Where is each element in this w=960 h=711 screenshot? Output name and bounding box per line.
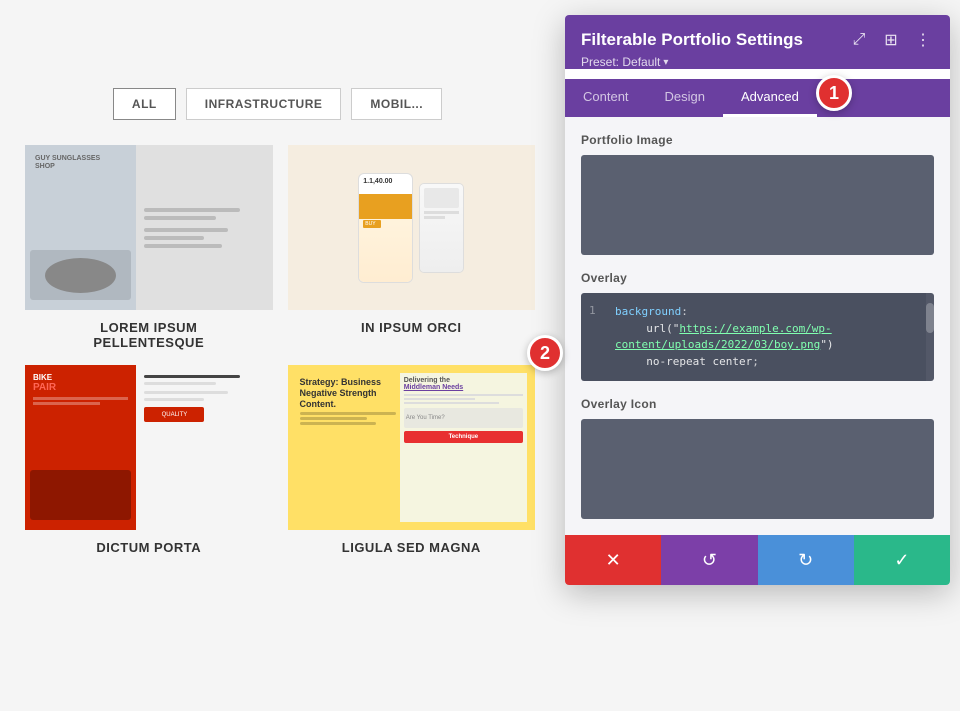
- portfolio-item-title: IN IPSUM ORCI: [361, 320, 461, 335]
- portfolio-grid: GUY SUNGLASSESSHOP: [10, 140, 550, 560]
- tab-design[interactable]: Design: [647, 79, 723, 117]
- panel-toolbar: ✕ ↺ ↻ ✓: [565, 535, 950, 585]
- settings-panel: Filterable Portfolio Settings ⤢ ⊞ ⋮ Pres…: [565, 15, 950, 585]
- tab-content[interactable]: Content: [565, 79, 647, 117]
- scrollbar[interactable]: [926, 293, 934, 381]
- thumb-side-img: Delivering theMiddleman Needs Are You Ti…: [400, 373, 527, 522]
- cancel-icon: ✕: [606, 550, 621, 571]
- cancel-button[interactable]: ✕: [565, 535, 661, 585]
- portfolio-image-placeholder[interactable]: [581, 155, 934, 255]
- undo-button[interactable]: ↺: [661, 535, 757, 585]
- badge-1: 1: [816, 75, 852, 111]
- panel-header: Filterable Portfolio Settings ⤢ ⊞ ⋮ Pres…: [565, 15, 950, 69]
- scrollbar-thumb[interactable]: [926, 303, 934, 333]
- thumb-image-left: GUY SUNGLASSESSHOP: [25, 145, 136, 310]
- undo-icon: ↺: [702, 550, 717, 571]
- overlay-code-editor[interactable]: 1 background: url("https://example.com/w…: [581, 293, 934, 381]
- overlay-icon-label: Overlay Icon: [581, 397, 934, 411]
- portfolio-item-title: DICTUM PORTA: [96, 540, 201, 555]
- thumb-phone-secondary: [419, 183, 464, 273]
- portfolio-image-label: Portfolio Image: [581, 133, 934, 147]
- portfolio-thumb-3: BIKEPAIR QUALITY: [25, 365, 273, 530]
- line-number: 1: [589, 304, 607, 317]
- columns-icon[interactable]: ⊞: [880, 29, 902, 51]
- filter-bar: ALL INFRASTRUCTURE MOBIL...: [0, 88, 555, 120]
- portfolio-item-title: LIGULA SED MAGNA: [342, 540, 481, 555]
- portfolio-item-title: LOREM IPSUMPELLENTESQUE: [93, 320, 204, 350]
- save-icon: ✓: [894, 550, 909, 571]
- overlay-icon-placeholder[interactable]: [581, 419, 934, 519]
- list-item: BUY 1.1,40.00: [288, 145, 536, 350]
- panel-title: Filterable Portfolio Settings: [581, 30, 803, 50]
- thumb-light-section: QUALITY: [136, 365, 272, 530]
- panel-body: Portfolio Image Overlay 1 background: ur…: [565, 117, 950, 535]
- code-editor-container: 1 background: url("https://example.com/w…: [581, 293, 934, 381]
- header-icons: ⤢ ⊞ ⋮: [848, 29, 934, 51]
- preset-selector[interactable]: Preset: Default ▾: [581, 55, 934, 69]
- code-line-1: 1 background: url("https://example.com/w…: [581, 303, 934, 371]
- portfolio-thumb-1: GUY SUNGLASSESSHOP: [25, 145, 273, 310]
- more-options-icon[interactable]: ⋮: [912, 29, 934, 51]
- portfolio-thumb-4: Strategy: BusinessNegative StrengthConte…: [288, 365, 536, 530]
- filter-mobile[interactable]: MOBIL...: [351, 88, 442, 120]
- preset-arrow: ▾: [663, 57, 668, 68]
- tab-advanced[interactable]: Advanced: [723, 79, 817, 117]
- badge-2: 2: [527, 335, 563, 371]
- redo-icon: ↻: [798, 550, 813, 571]
- list-item: BIKEPAIR QUALITY DICTU: [25, 365, 273, 555]
- overlay-label: Overlay: [581, 271, 934, 285]
- panel-tabs: Content Design Advanced: [565, 79, 950, 117]
- redo-button[interactable]: ↻: [758, 535, 854, 585]
- thumb-red-section: BIKEPAIR: [25, 365, 136, 530]
- expand-icon[interactable]: ⤢: [848, 29, 870, 51]
- preset-label: Preset: Default: [581, 55, 660, 69]
- thumb-text-block: Strategy: BusinessNegative StrengthConte…: [296, 373, 400, 431]
- filter-all[interactable]: ALL: [113, 88, 176, 120]
- thumb-content-right: [136, 145, 272, 310]
- filter-infrastructure[interactable]: INFRASTRUCTURE: [186, 88, 342, 120]
- thumb-phone-main: BUY 1.1,40.00: [358, 173, 413, 283]
- code-text: background: url("https://example.com/wp-…: [615, 304, 926, 370]
- save-button[interactable]: ✓: [854, 535, 950, 585]
- portfolio-thumb-2: BUY 1.1,40.00: [288, 145, 536, 310]
- list-item: Strategy: BusinessNegative StrengthConte…: [288, 365, 536, 555]
- list-item: GUY SUNGLASSESSHOP: [25, 145, 273, 350]
